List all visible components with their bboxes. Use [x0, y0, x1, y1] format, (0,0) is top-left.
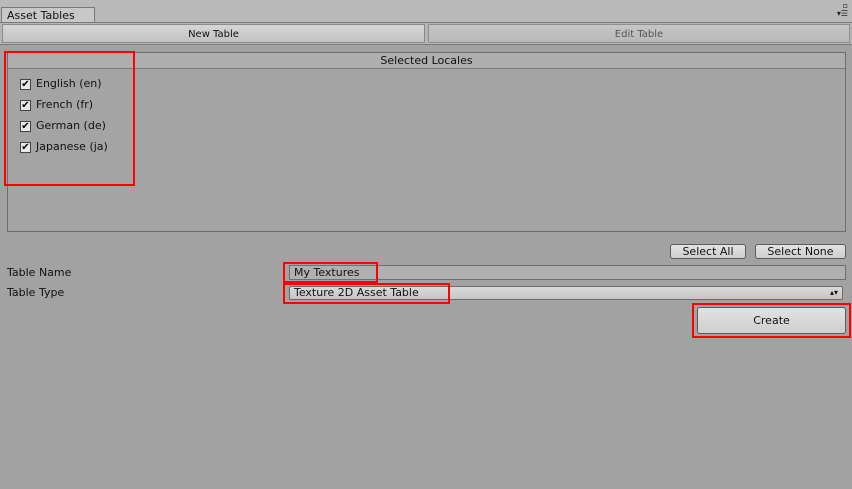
highlight-locales — [4, 51, 135, 186]
window-tab-asset-tables[interactable]: Asset Tables — [1, 7, 95, 22]
highlight-table-name — [283, 262, 378, 283]
table-type-label: Table Type — [7, 286, 65, 299]
window-controls: ▫ ▾☰ — [837, 2, 848, 18]
tab-edit-table-label: Edit Table — [614, 29, 664, 40]
tab-new-table-label: New Table — [188, 29, 239, 40]
window-title: Asset Tables — [7, 9, 75, 22]
highlight-table-type — [283, 283, 450, 304]
tab-new-table[interactable]: New Table — [2, 24, 425, 43]
dropdown-arrow-icon: ▴▾ — [829, 288, 838, 297]
tab-edit-table[interactable]: Edit Table — [428, 24, 850, 43]
menu-icon[interactable]: ▾☰ — [837, 10, 848, 18]
window-titlebar — [0, 0, 852, 23]
select-none-button[interactable]: Select None — [755, 244, 846, 259]
select-all-button[interactable]: Select All — [670, 244, 746, 259]
highlight-create — [692, 303, 851, 338]
table-name-label: Table Name — [7, 266, 72, 279]
